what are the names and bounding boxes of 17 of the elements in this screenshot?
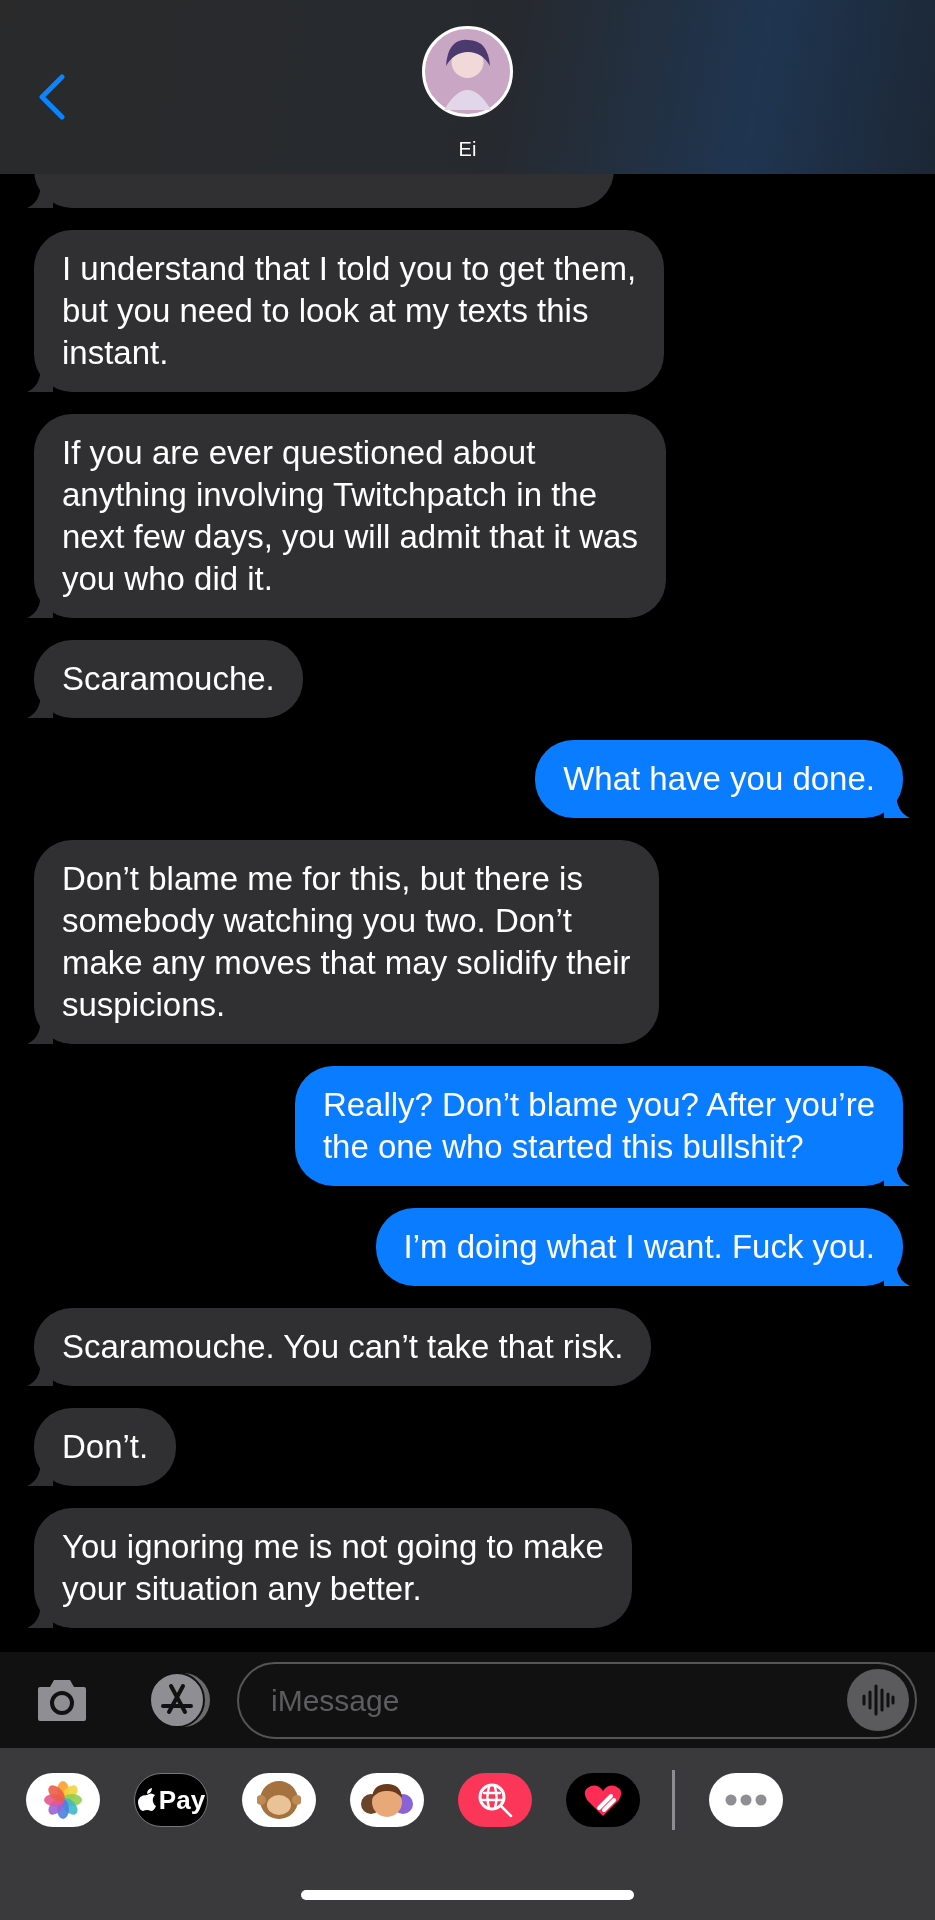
flower-icon [43,1780,83,1820]
avatar[interactable] [422,26,513,117]
digital-touch-button[interactable] [566,1773,640,1827]
animoji-button[interactable] [242,1773,316,1827]
apple-pay-button[interactable]: Pay [134,1773,208,1827]
waveform-icon [861,1683,895,1717]
back-button[interactable] [36,74,68,120]
more-icon [724,1794,768,1806]
camera-button[interactable] [36,1677,88,1723]
photos-app-button[interactable] [26,1773,100,1827]
audio-button[interactable] [847,1669,909,1731]
image-search-button[interactable] [458,1773,532,1827]
contact-name: Ei [457,137,478,162]
more-button[interactable] [709,1773,783,1827]
memoji-button[interactable] [350,1773,424,1827]
message-field[interactable]: iMessage [237,1661,917,1739]
apple-icon [136,1788,157,1812]
